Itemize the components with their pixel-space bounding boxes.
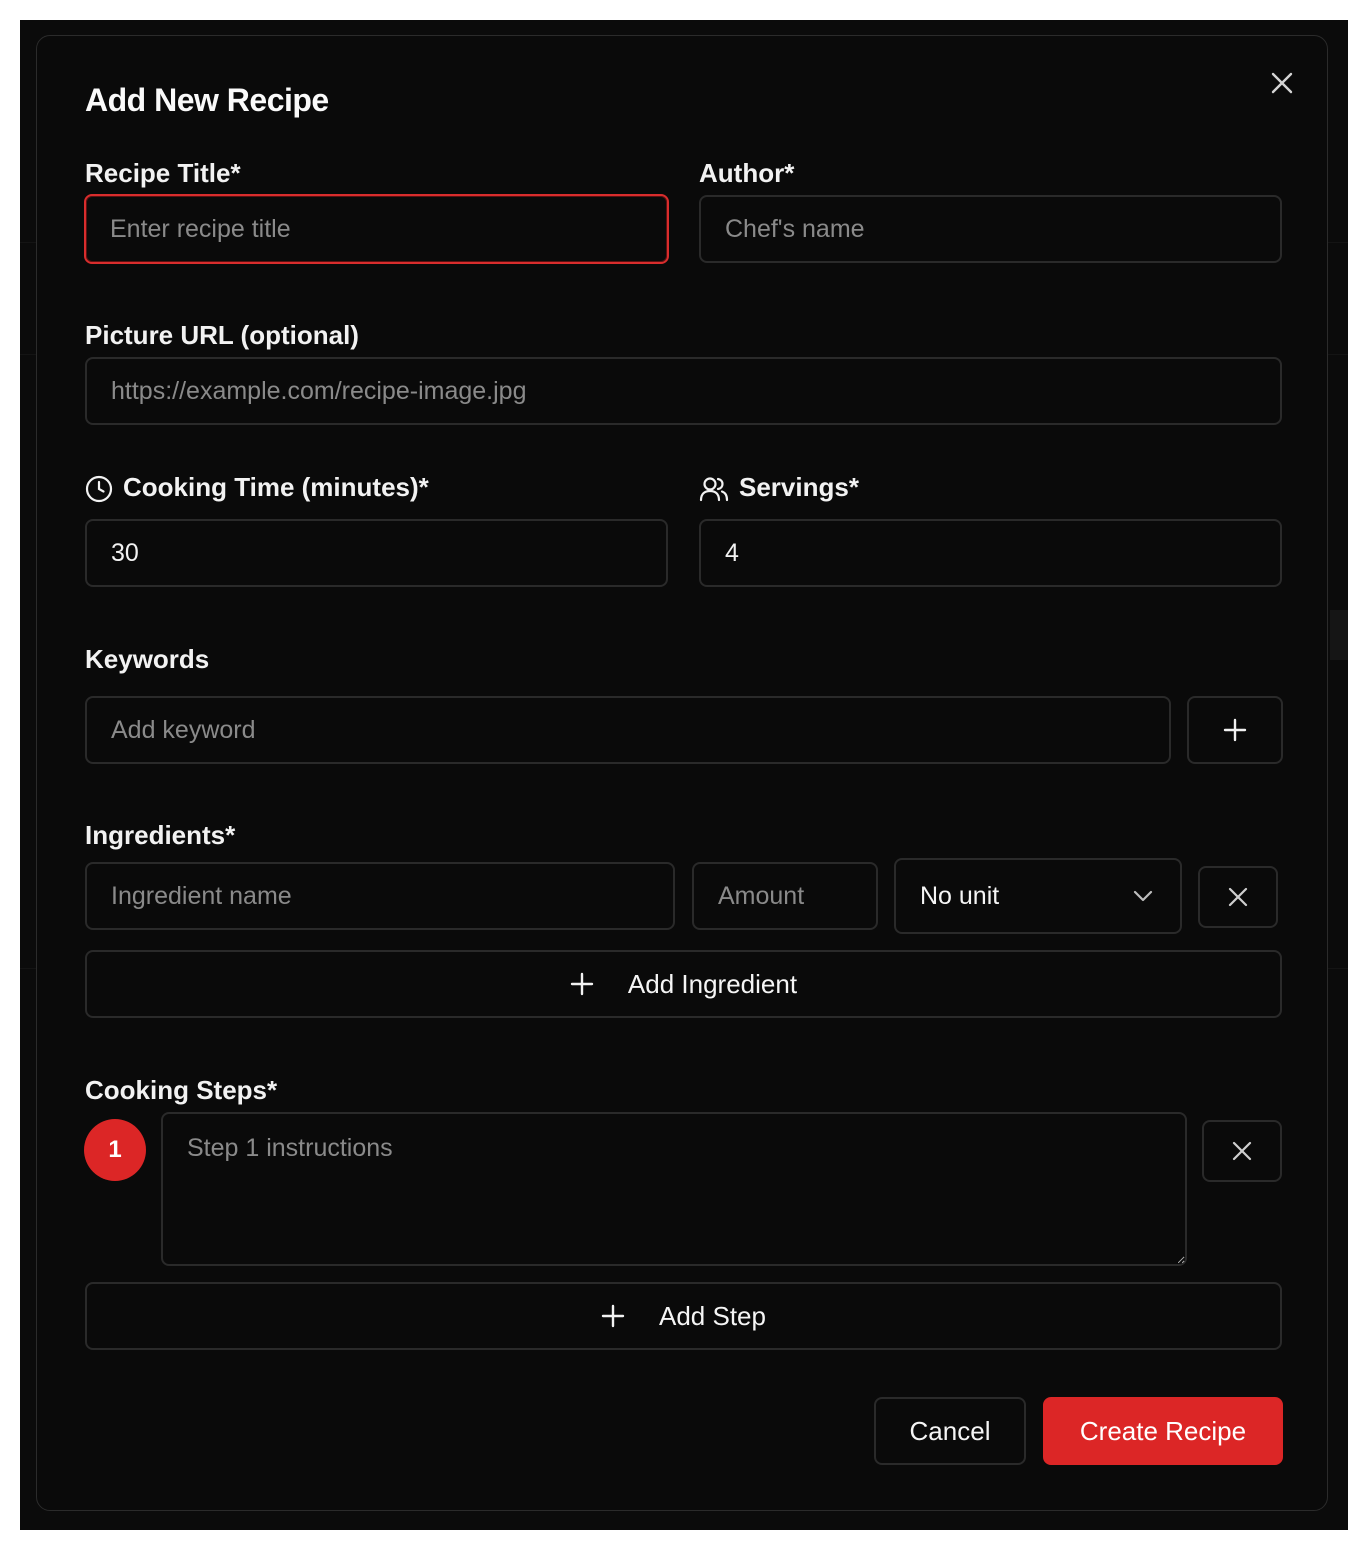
plus-icon	[601, 1304, 625, 1328]
users-icon	[699, 475, 729, 503]
author-input[interactable]	[699, 195, 1282, 263]
ingredient-unit-select[interactable]: No unit	[894, 858, 1182, 934]
servings-label: Servings*	[699, 472, 859, 503]
plus-icon	[1223, 718, 1247, 742]
close-icon	[1227, 886, 1249, 908]
remove-step-button[interactable]	[1202, 1120, 1282, 1182]
add-keyword-button[interactable]	[1187, 696, 1283, 764]
keywords-label: Keywords	[85, 644, 210, 674]
unit-select-value: No unit	[920, 881, 1000, 910]
picture-url-label: Picture URL (optional)	[85, 320, 359, 350]
step-number-badge: 1	[84, 1119, 146, 1181]
close-icon[interactable]	[1269, 70, 1295, 96]
cooking-steps-label: Cooking Steps*	[85, 1075, 278, 1105]
ingredients-label: Ingredients*	[85, 820, 236, 850]
chevron-down-icon	[1132, 889, 1154, 903]
plus-icon	[570, 972, 594, 996]
cooking-time-label-text: Cooking Time (minutes)*	[123, 472, 429, 502]
picture-url-input[interactable]	[85, 357, 1282, 425]
servings-input[interactable]	[699, 519, 1282, 587]
create-recipe-button[interactable]: Create Recipe	[1043, 1397, 1283, 1465]
servings-label-text: Servings*	[739, 472, 859, 502]
cooking-time-input[interactable]	[85, 519, 668, 587]
cancel-button[interactable]: Cancel	[874, 1397, 1026, 1465]
keyword-input[interactable]	[85, 696, 1171, 764]
close-icon	[1231, 1140, 1253, 1162]
cooking-time-label: Cooking Time (minutes)*	[85, 472, 429, 503]
recipe-title-input[interactable]	[84, 194, 669, 264]
ingredient-name-input[interactable]	[85, 862, 675, 930]
remove-ingredient-button[interactable]	[1198, 866, 1278, 928]
backdrop-strip	[1330, 610, 1348, 660]
add-ingredient-button[interactable]: Add Ingredient	[85, 950, 1282, 1018]
author-label: Author*	[699, 158, 795, 188]
add-ingredient-label: Add Ingredient	[627, 968, 798, 999]
dialog-title: Add New Recipe	[85, 82, 329, 118]
clock-icon	[85, 475, 113, 503]
step-instructions-textarea[interactable]	[161, 1112, 1187, 1266]
add-step-button[interactable]: Add Step	[85, 1282, 1282, 1350]
ingredient-amount-input[interactable]	[692, 862, 878, 930]
recipe-title-label: Recipe Title*	[85, 158, 241, 188]
add-recipe-dialog: Add New Recipe Recipe Title* Author* Pic…	[36, 35, 1328, 1511]
add-step-label: Add Step	[659, 1300, 766, 1331]
